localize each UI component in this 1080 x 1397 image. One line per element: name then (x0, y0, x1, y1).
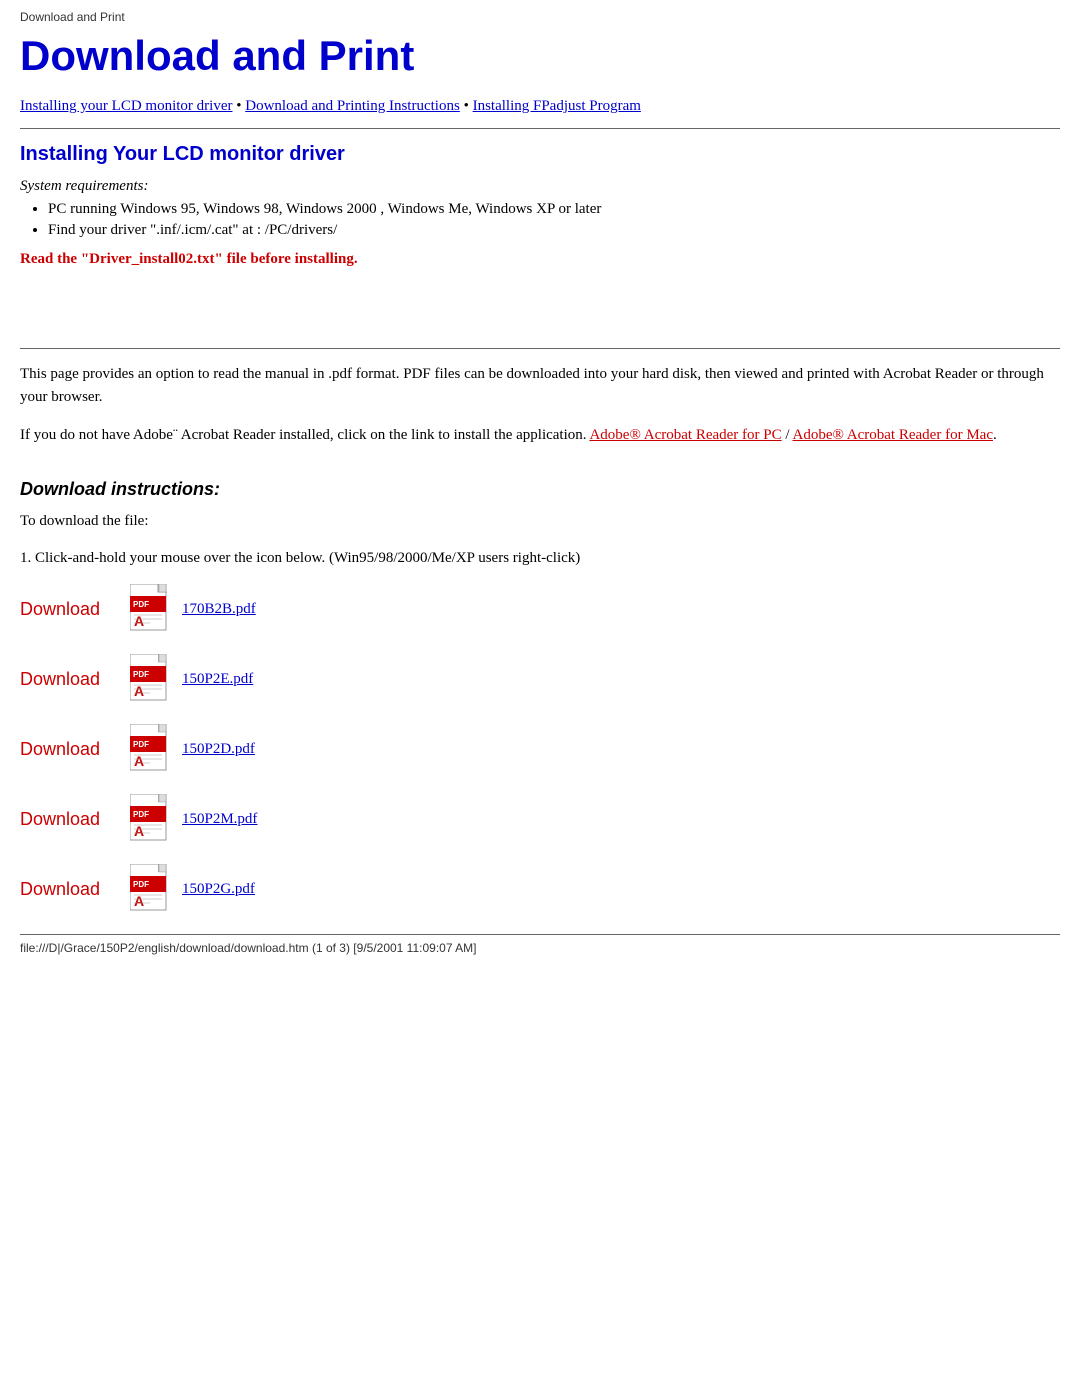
nav-link-lcd-driver[interactable]: Installing your LCD monitor driver (20, 98, 232, 114)
section1-heading: Installing Your LCD monitor driver (20, 143, 1060, 166)
download-label: Download (20, 599, 130, 620)
nav-sep-1: • (232, 98, 245, 114)
download-row: Download PDF A 150P2D.pdf (20, 724, 1060, 774)
list-item: PC running Windows 95, Windows 98, Windo… (48, 201, 1060, 218)
system-req-label: System requirements: (20, 178, 1060, 195)
svg-text:PDF: PDF (133, 880, 149, 889)
download-file-link[interactable]: 150P2D.pdf (182, 741, 255, 758)
svg-text:A: A (134, 893, 144, 909)
svg-text:PDF: PDF (133, 600, 149, 609)
divider-1 (20, 128, 1060, 129)
system-req-list: PC running Windows 95, Windows 98, Windo… (48, 201, 1060, 239)
pdf-icon: PDF A (130, 864, 174, 914)
footer-bar: file:///D|/Grace/150P2/english/download/… (20, 934, 1060, 955)
pdf-icon: PDF A (130, 654, 174, 704)
divider-2 (20, 348, 1060, 349)
download-row: Download PDF A 150P2E.pdf (20, 654, 1060, 704)
link-acrobat-mac[interactable]: Adobe® Acrobat Reader for Mac (792, 427, 993, 443)
svg-text:PDF: PDF (133, 740, 149, 749)
nav-link-fpadjust[interactable]: Installing FPadjust Program (473, 98, 641, 114)
download-row: Download PDF A 170B2B.pdf (20, 584, 1060, 634)
download-label: Download (20, 739, 130, 760)
download-list: Download PDF A 170B2B.pdf Download PDF A (20, 584, 1060, 914)
nav-links: Installing your LCD monitor driver • Dow… (20, 94, 1060, 118)
download-label: Download (20, 809, 130, 830)
download-label: Download (20, 879, 130, 900)
nav-link-download-print[interactable]: Download and Printing Instructions (245, 98, 460, 114)
svg-text:A: A (134, 683, 144, 699)
svg-text:PDF: PDF (133, 810, 149, 819)
pdf-description: This page provides an option to read the… (20, 363, 1060, 410)
download-label: Download (20, 669, 130, 690)
list-item: Find your driver ".inf/.icm/.cat" at : /… (48, 222, 1060, 239)
page-title: Download and Print (20, 32, 1060, 80)
browser-tab: Download and Print (20, 10, 1060, 24)
warning-text: Read the "Driver_install02.txt" file bef… (20, 251, 1060, 268)
download-to-file-label: To download the file: (20, 510, 1060, 533)
acrobat-description: If you do not have Adobe¨ Acrobat Reader… (20, 424, 1060, 447)
download-file-link[interactable]: 150P2E.pdf (182, 671, 253, 688)
svg-text:A: A (134, 613, 144, 629)
nav-sep-2: • (460, 98, 473, 114)
download-step1: 1. Click-and-hold your mouse over the ic… (20, 547, 1060, 570)
svg-text:PDF: PDF (133, 670, 149, 679)
svg-text:A: A (134, 753, 144, 769)
download-file-link[interactable]: 170B2B.pdf (182, 601, 256, 618)
download-file-link[interactable]: 150P2M.pdf (182, 811, 257, 828)
download-instructions-heading: Download instructions: (20, 479, 1060, 500)
link-acrobat-pc[interactable]: Adobe® Acrobat Reader for PC (589, 427, 781, 443)
svg-text:A: A (134, 823, 144, 839)
download-file-link[interactable]: 150P2G.pdf (182, 881, 255, 898)
pdf-icon: PDF A (130, 584, 174, 634)
footer-text: file:///D|/Grace/150P2/english/download/… (20, 941, 477, 955)
download-row: Download PDF A 150P2M.pdf (20, 794, 1060, 844)
pdf-icon: PDF A (130, 794, 174, 844)
download-row: Download PDF A 150P2G.pdf (20, 864, 1060, 914)
pdf-icon: PDF A (130, 724, 174, 774)
section-gap (20, 278, 1060, 338)
